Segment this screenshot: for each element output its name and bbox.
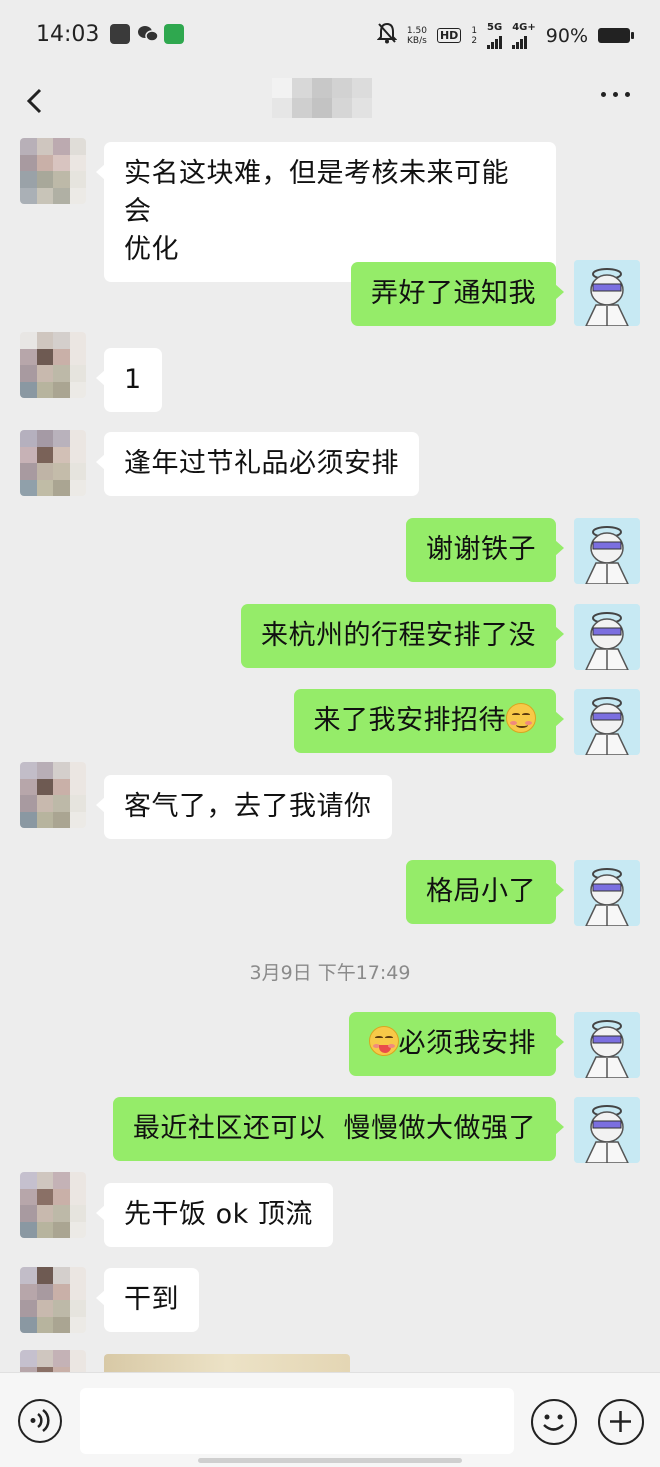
user-avatar[interactable] bbox=[574, 689, 640, 755]
battery-icon bbox=[598, 28, 634, 43]
message-bubble-outgoing[interactable]: 必须我安排 bbox=[348, 1012, 564, 1076]
sim-indicator: 1 2 bbox=[471, 25, 478, 46]
message-list[interactable]: 实名这块难，但是考核未来可能会 优化 弄好了通知我 1 逢年过节礼品必须安排 谢… bbox=[0, 132, 660, 1372]
message-bubble-incoming[interactable]: 1 bbox=[96, 348, 162, 412]
input-bar bbox=[0, 1372, 660, 1467]
user-avatar[interactable] bbox=[574, 260, 640, 326]
message-bubble-outgoing[interactable]: 格局小了 bbox=[406, 860, 564, 924]
plus-icon[interactable] bbox=[598, 1399, 644, 1445]
message-bubble-incoming[interactable]: 逢年过节礼品必须安排 bbox=[96, 432, 419, 496]
message-input[interactable] bbox=[80, 1388, 514, 1454]
contact-avatar[interactable] bbox=[20, 430, 86, 496]
home-indicator bbox=[198, 1458, 462, 1463]
contact-avatar[interactable] bbox=[20, 1267, 86, 1333]
contact-avatar[interactable] bbox=[20, 138, 86, 204]
mute-bell-icon bbox=[376, 22, 398, 49]
battery-percent: 90% bbox=[545, 24, 588, 47]
message-bubble-outgoing[interactable]: 谢谢铁子 bbox=[406, 518, 564, 582]
network-speed: 1.50 KB/s bbox=[406, 25, 427, 46]
user-avatar[interactable] bbox=[574, 604, 640, 670]
contact-avatar[interactable] bbox=[20, 1172, 86, 1238]
message-bubble-outgoing[interactable]: 来了我安排招待 bbox=[293, 689, 564, 753]
chat-header bbox=[0, 70, 660, 132]
message-bubble-outgoing[interactable]: 来杭州的行程安排了没 bbox=[241, 604, 564, 668]
status-time: 14:03 bbox=[36, 22, 100, 47]
contact-avatar[interactable] bbox=[20, 1350, 86, 1372]
wechat-icon bbox=[137, 24, 159, 44]
contact-avatar[interactable] bbox=[20, 762, 86, 828]
status-bar: 14:03 1.50 KB/s HD 1 2 5G 4G+ 90% bbox=[0, 0, 660, 70]
hd-badge: HD bbox=[436, 28, 462, 43]
more-dots-icon[interactable] bbox=[601, 92, 630, 97]
chevron-left-icon[interactable] bbox=[20, 84, 50, 118]
message-bubble-outgoing[interactable]: 最近社区还可以 慢慢做大做强了 bbox=[112, 1097, 565, 1161]
message-bubble-incoming[interactable]: 客气了，去了我请你 bbox=[96, 775, 392, 839]
notification-icon bbox=[110, 24, 130, 44]
message-bubble-incoming[interactable]: 实名这块难，但是考核未来可能会 优化 bbox=[96, 142, 556, 282]
image-message-preview[interactable] bbox=[104, 1354, 350, 1372]
message-bubble-incoming[interactable]: 先干饭 ok 顶流 bbox=[96, 1183, 333, 1247]
emoji-icon[interactable] bbox=[531, 1399, 577, 1445]
contact-name-obscured bbox=[272, 78, 372, 118]
tongue-emoji-icon bbox=[368, 1026, 399, 1056]
message-bubble-outgoing[interactable]: 弄好了通知我 bbox=[351, 262, 564, 326]
app-icon bbox=[164, 24, 184, 44]
message-bubble-incoming[interactable]: 干到 bbox=[96, 1268, 199, 1332]
user-avatar[interactable] bbox=[574, 1012, 640, 1078]
signal-icon-2: 4G+ bbox=[512, 22, 536, 49]
user-avatar[interactable] bbox=[574, 1097, 640, 1163]
timestamp-divider: 3月9日 下午17:49 bbox=[249, 962, 411, 984]
user-avatar[interactable] bbox=[574, 518, 640, 584]
voice-icon[interactable] bbox=[18, 1399, 62, 1443]
blush-emoji-icon bbox=[506, 703, 536, 733]
contact-avatar[interactable] bbox=[20, 332, 86, 398]
signal-icon: 5G bbox=[487, 22, 502, 49]
user-avatar[interactable] bbox=[574, 860, 640, 926]
